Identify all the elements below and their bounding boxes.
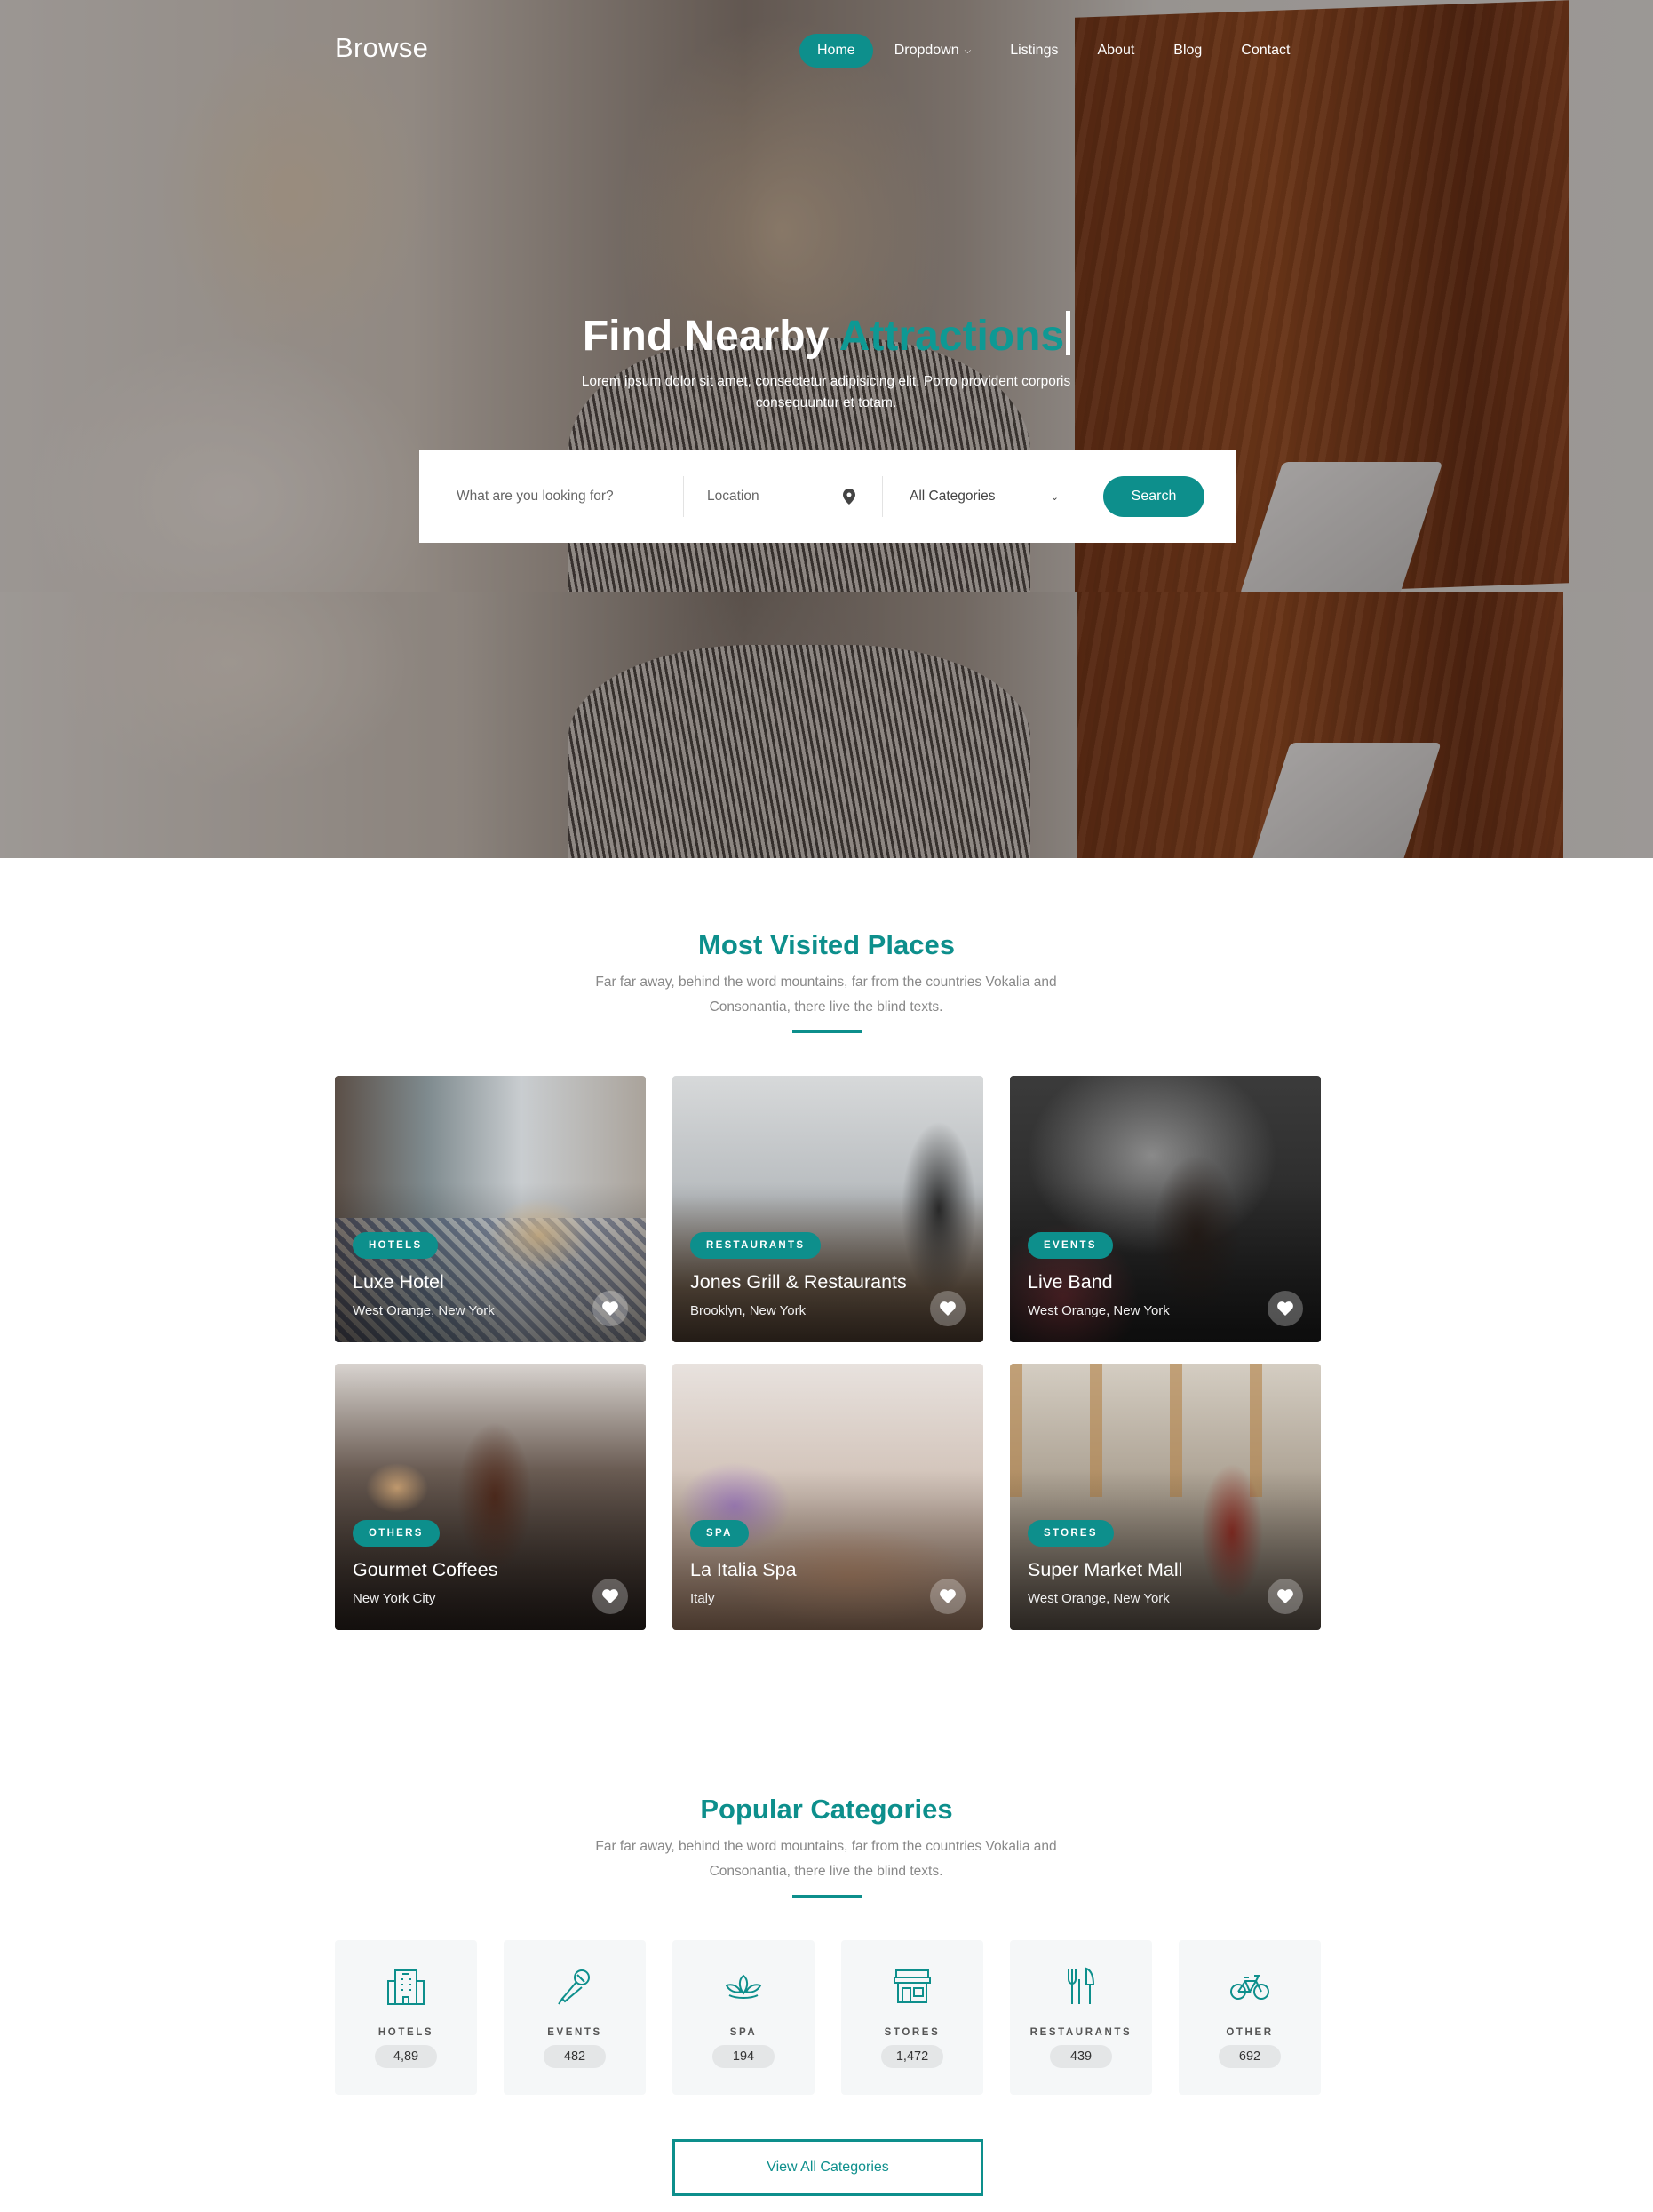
category-tile-stores[interactable]: STORES 1,472 — [841, 1940, 983, 2095]
keyword-input[interactable]: What are you looking for? — [457, 476, 684, 517]
place-name[interactable]: Jones Grill & Restaurants — [690, 1271, 907, 1293]
place-name[interactable]: Super Market Mall — [1028, 1559, 1182, 1581]
place-location: New York City — [353, 1591, 436, 1606]
nav-dropdown[interactable]: Dropdown ⌵ — [894, 34, 972, 68]
place-card-live-band[interactable]: EVENTS Live Band West Orange, New York — [1010, 1076, 1321, 1342]
place-location: West Orange, New York — [1028, 1303, 1170, 1318]
search-button[interactable]: Search — [1103, 476, 1204, 517]
heart-icon — [602, 1589, 618, 1603]
nav-contact[interactable]: Contact — [1241, 34, 1290, 68]
heart-icon — [940, 1589, 956, 1603]
favorite-button[interactable] — [930, 1291, 966, 1326]
nav-blog[interactable]: Blog — [1173, 34, 1202, 68]
place-card-jones-grill[interactable]: RESTAURANTS Jones Grill & Restaurants Br… — [672, 1076, 983, 1342]
category-count: 1,472 — [881, 2045, 943, 2068]
category-tile-spa[interactable]: SPA 194 — [672, 1940, 815, 2095]
category-count: 692 — [1219, 2045, 1281, 2068]
heart-icon — [602, 1301, 618, 1316]
place-card-gourmet-coffees[interactable]: OTHERS Gourmet Coffees New York City — [335, 1364, 646, 1630]
chevron-down-icon: ⌄ — [1050, 491, 1059, 503]
store-icon — [891, 1965, 934, 2008]
place-location: Brooklyn, New York — [690, 1303, 807, 1318]
category-badge[interactable]: HOTELS — [353, 1232, 439, 1259]
main-nav: Home Dropdown ⌵ Listings About Blog Conta… — [799, 34, 1329, 68]
heart-icon — [1277, 1589, 1293, 1603]
place-name[interactable]: Luxe Hotel — [353, 1271, 444, 1293]
category-badge[interactable]: RESTAURANTS — [690, 1232, 822, 1259]
category-label: EVENTS — [547, 2027, 602, 2038]
category-tile-hotels[interactable]: HOTELS 4,89 — [335, 1940, 477, 2095]
view-all-categories-button[interactable]: View All Categories — [672, 2139, 983, 2196]
hero-section: Browse Home Dropdown ⌵ Listings About Blo… — [0, 0, 1653, 858]
place-card-luxe-hotel[interactable]: HOTELS Luxe Hotel West Orange, New York — [335, 1076, 646, 1342]
category-tile-other[interactable]: OTHER 692 — [1179, 1940, 1321, 2095]
favorite-button[interactable] — [1268, 1579, 1303, 1614]
map-pin-icon — [843, 489, 855, 505]
brand-logo[interactable]: Browse — [335, 32, 428, 64]
place-name[interactable]: La Italia Spa — [690, 1559, 797, 1581]
place-name[interactable]: Gourmet Coffees — [353, 1559, 497, 1581]
category-count: 482 — [544, 2045, 606, 2068]
category-tile-events[interactable]: EVENTS 482 — [504, 1940, 646, 2095]
section-divider — [792, 1030, 862, 1033]
category-label: OTHER — [1226, 2027, 1274, 2038]
category-badge[interactable]: STORES — [1028, 1520, 1114, 1547]
nav-listings[interactable]: Listings — [1010, 34, 1058, 68]
nav-home[interactable]: Home — [799, 34, 873, 68]
category-label: HOTELS — [377, 2027, 434, 2038]
hero-overlay — [0, 0, 1653, 858]
location-input[interactable]: Location — [707, 476, 883, 517]
category-label: RESTAURANTS — [1029, 2027, 1132, 2038]
favorite-button[interactable] — [1268, 1291, 1303, 1326]
category-badge[interactable]: OTHERS — [353, 1520, 440, 1547]
hero-subtitle: Lorem ipsum dolor sit amet, consectetur … — [581, 374, 1071, 410]
fork-knife-icon — [1060, 1965, 1102, 2008]
category-select[interactable]: All Categories ⌄ — [910, 476, 1059, 517]
lotus-icon — [722, 1965, 765, 2008]
heart-icon — [1277, 1301, 1293, 1316]
place-card-super-market-mall[interactable]: STORES Super Market Mall West Orange, Ne… — [1010, 1364, 1321, 1630]
most-visited-title: Most Visited Places — [698, 929, 955, 960]
microphone-icon — [553, 1965, 596, 2008]
category-badge[interactable]: SPA — [690, 1520, 749, 1547]
category-badge[interactable]: EVENTS — [1028, 1232, 1113, 1259]
hero-title: Find Nearby Attractions — [0, 311, 1653, 361]
place-card-la-italia-spa[interactable]: SPA La Italia Spa Italy — [672, 1364, 983, 1630]
place-location: West Orange, New York — [353, 1303, 495, 1318]
search-form: What are you looking for? Location All C… — [419, 450, 1236, 543]
favorite-button[interactable] — [930, 1579, 966, 1614]
most-visited-subtitle: Far far away, behind the word mountains,… — [595, 975, 1057, 1014]
bicycle-icon — [1228, 1965, 1271, 2008]
category-label: STORES — [884, 2027, 941, 2038]
category-tile-restaurants[interactable]: RESTAURANTS 439 — [1010, 1940, 1152, 2095]
category-label: SPA — [729, 2027, 758, 2038]
section-divider — [792, 1895, 862, 1898]
place-location: West Orange, New York — [1028, 1591, 1170, 1606]
hero-title-accent: Attractions — [838, 313, 1065, 360]
place-name[interactable]: Live Band — [1028, 1271, 1113, 1293]
place-location: Italy — [690, 1591, 715, 1606]
popular-categories-title: Popular Categories — [700, 1794, 953, 1825]
favorite-button[interactable] — [592, 1579, 628, 1614]
heart-icon — [940, 1301, 956, 1316]
popular-categories-subtitle: Far far away, behind the word mountains,… — [595, 1839, 1057, 1879]
favorite-button[interactable] — [592, 1291, 628, 1326]
typing-cursor — [1066, 311, 1071, 355]
hotel-icon — [385, 1965, 427, 2008]
nav-about[interactable]: About — [1097, 34, 1134, 68]
category-count: 194 — [712, 2045, 775, 2068]
category-count: 439 — [1050, 2045, 1112, 2068]
chevron-down-icon: ⌵ — [964, 45, 972, 56]
category-count: 4,89 — [375, 2045, 437, 2068]
